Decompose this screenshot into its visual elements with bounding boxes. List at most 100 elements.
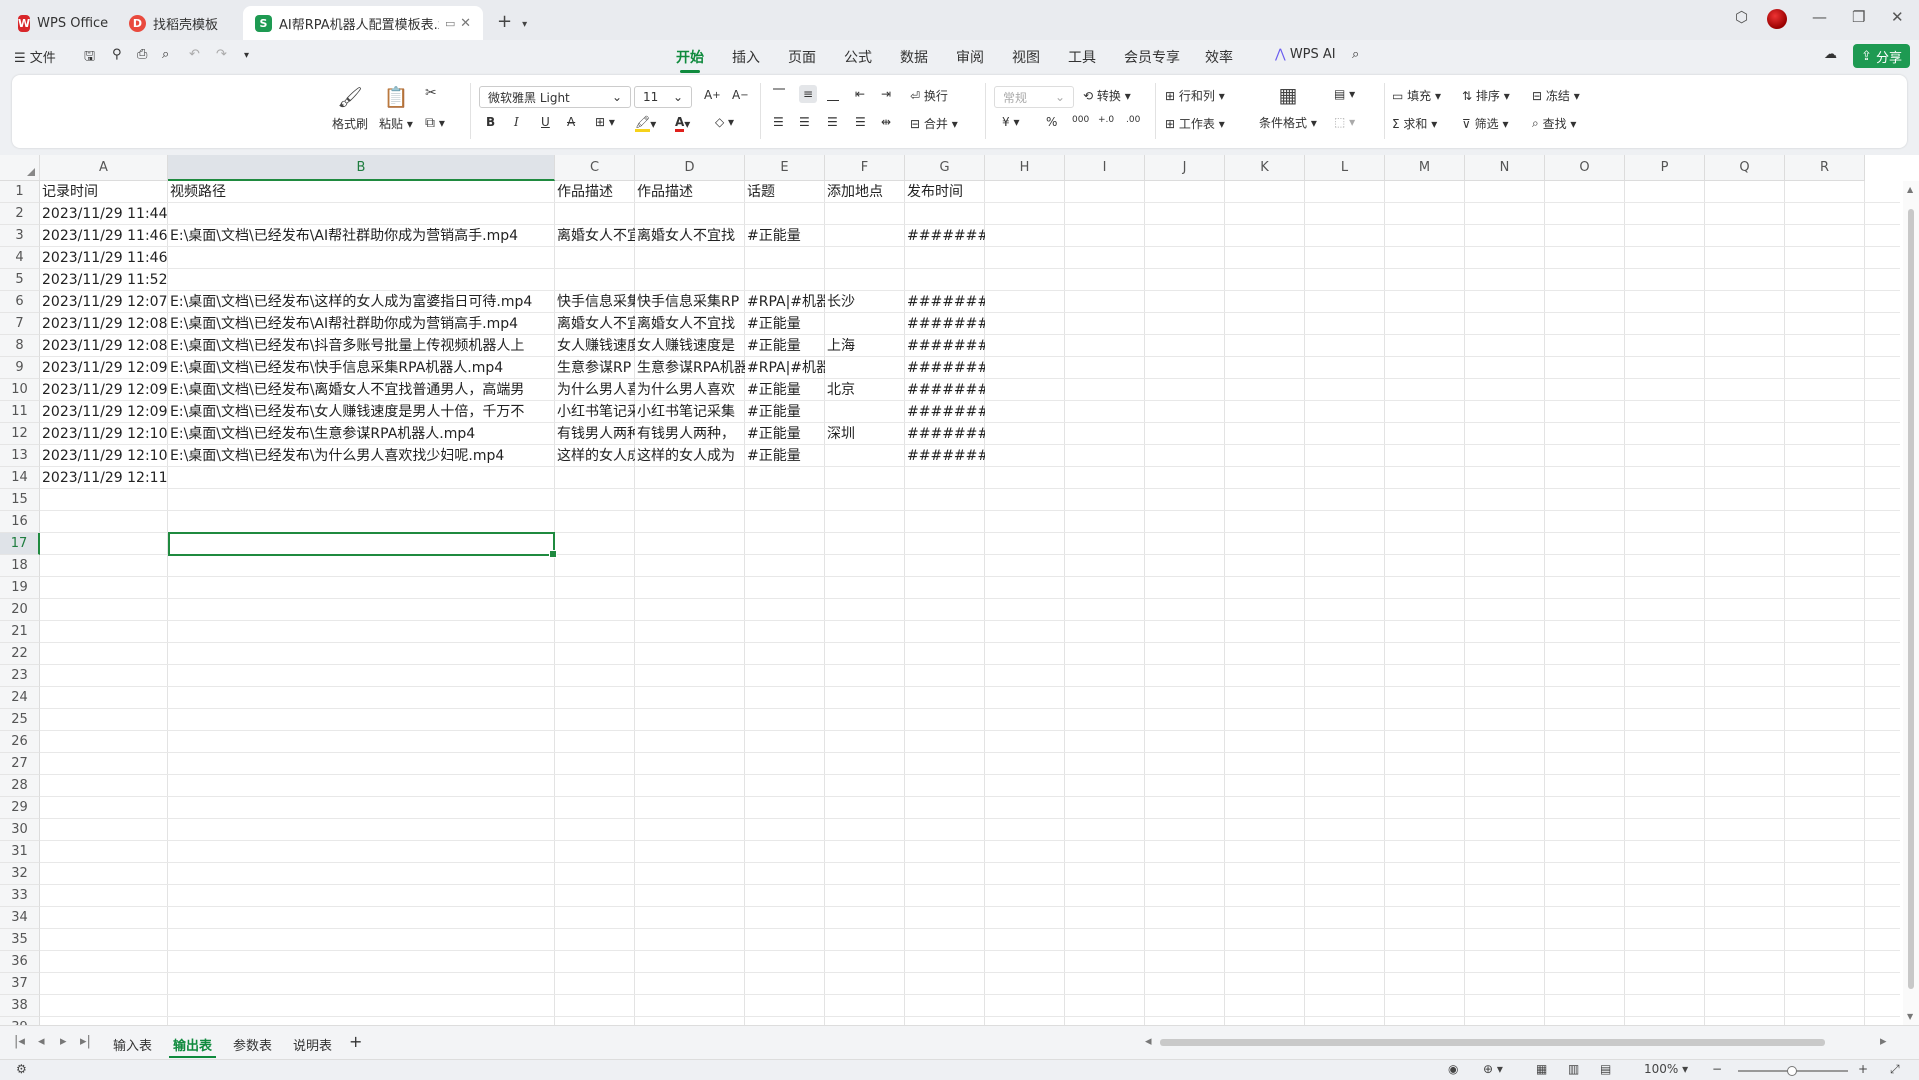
- eye-protection-icon[interactable]: ◉: [1448, 1062, 1458, 1076]
- wps-ai-button[interactable]: ⋀ WPS AI: [1275, 47, 1336, 62]
- tab-formula[interactable]: 公式: [844, 47, 872, 67]
- sheet-tab-notes[interactable]: 说明表: [289, 1033, 336, 1056]
- align-bottom-icon[interactable]: ⎽: [827, 87, 839, 102]
- row-header-8[interactable]: 8: [0, 335, 40, 357]
- minimize-icon[interactable]: —: [1812, 8, 1827, 26]
- focus-mode-icon[interactable]: ⊕ ▾: [1483, 1062, 1503, 1076]
- cell-c3[interactable]: 离婚女人不宜: [555, 225, 635, 247]
- cell-c8[interactable]: 女人赚钱速度: [555, 335, 635, 357]
- cell-b7[interactable]: E:\桌面\文档\已经发布\AI帮社群助你成为营销高手.mp4: [168, 313, 555, 335]
- worksheet-button[interactable]: ⊞ 工作表 ▾: [1165, 115, 1225, 132]
- vertical-scrollbar[interactable]: ▲ ▼: [1903, 181, 1919, 1025]
- column-header-a[interactable]: A: [40, 155, 168, 181]
- save-icon[interactable]: 🖫: [84, 47, 95, 69]
- row-header-25[interactable]: 25: [0, 709, 40, 731]
- print-icon[interactable]: ⎙: [137, 47, 147, 62]
- cell-a13[interactable]: 2023/11/29 12:10: [40, 445, 168, 467]
- cell-g13[interactable]: ########: [905, 445, 985, 467]
- tab-page[interactable]: 页面: [788, 47, 816, 67]
- row-header-34[interactable]: 34: [0, 907, 40, 929]
- filter-button[interactable]: ⊽ 筛选 ▾: [1462, 115, 1508, 132]
- tab-docer-templates[interactable]: D 找稻壳模板: [117, 6, 237, 40]
- cell-e7[interactable]: #正能量: [745, 313, 825, 335]
- copy-icon[interactable]: ⧉ ▾: [425, 115, 445, 131]
- scroll-down-icon[interactable]: ▼: [1907, 1012, 1913, 1021]
- tab-view[interactable]: 视图: [1012, 47, 1040, 67]
- column-header-m[interactable]: M: [1385, 155, 1465, 181]
- tab-insert[interactable]: 插入: [732, 47, 760, 67]
- cell-d9[interactable]: 生意参谋RPA机器: [635, 357, 745, 379]
- cell-b11[interactable]: E:\桌面\文档\已经发布\女人赚钱速度是男人十倍，千万不: [168, 401, 555, 423]
- tab-active-spreadsheet[interactable]: S AI帮RPA机器人配置模板表.xls ▭ ✕: [243, 6, 483, 40]
- cell-g9[interactable]: ########: [905, 357, 985, 379]
- cell-d8[interactable]: 女人赚钱速度是: [635, 335, 745, 357]
- cell-d12[interactable]: 有钱男人两种，: [635, 423, 745, 445]
- close-tab-icon[interactable]: ✕: [460, 16, 471, 31]
- cube-icon[interactable]: ⬡: [1735, 8, 1748, 26]
- quick-access-chevron-icon[interactable]: ▾: [244, 50, 249, 61]
- scroll-right-icon[interactable]: ▸: [1880, 1034, 1887, 1049]
- row-header-5[interactable]: 5: [0, 269, 40, 291]
- vertical-scroll-thumb[interactable]: [1908, 209, 1914, 989]
- row-header-33[interactable]: 33: [0, 885, 40, 907]
- page-layout-icon[interactable]: ▥: [1568, 1062, 1579, 1076]
- row-header-9[interactable]: 9: [0, 357, 40, 379]
- convert-button[interactable]: ⟲ 转换 ▾: [1083, 87, 1131, 104]
- row-header-21[interactable]: 21: [0, 621, 40, 643]
- thousands-separator-button[interactable]: 000: [1072, 115, 1089, 125]
- sort-button[interactable]: ⇅ 排序 ▾: [1462, 87, 1510, 104]
- undo-icon[interactable]: ↶: [189, 47, 200, 62]
- link-icon[interactable]: ⚲: [112, 47, 122, 62]
- align-top-icon[interactable]: ⎺: [773, 87, 785, 102]
- tab-tools[interactable]: 工具: [1068, 47, 1096, 67]
- zoom-out-icon[interactable]: −: [1712, 1062, 1722, 1076]
- tab-home[interactable]: 开始: [676, 47, 704, 67]
- cell-c11[interactable]: 小红书笔记采: [555, 401, 635, 423]
- file-menu[interactable]: ☰ 文件: [14, 47, 56, 66]
- row-header-17[interactable]: 17: [0, 533, 40, 555]
- row-header-23[interactable]: 23: [0, 665, 40, 687]
- cell-a8[interactable]: 2023/11/29 12:08: [40, 335, 168, 357]
- cell-g11[interactable]: ########: [905, 401, 985, 423]
- zoom-in-icon[interactable]: +: [1858, 1062, 1868, 1076]
- row-header-30[interactable]: 30: [0, 819, 40, 841]
- cell-a7[interactable]: 2023/11/29 12:08: [40, 313, 168, 335]
- row-header-16[interactable]: 16: [0, 511, 40, 533]
- column-header-e[interactable]: E: [745, 155, 825, 181]
- sum-button[interactable]: Σ 求和 ▾: [1392, 115, 1437, 132]
- cell-c12[interactable]: 有钱男人两种: [555, 423, 635, 445]
- row-header-39[interactable]: 39: [0, 1017, 40, 1025]
- row-header-28[interactable]: 28: [0, 775, 40, 797]
- tab-member[interactable]: 会员专享: [1124, 47, 1180, 67]
- column-header-d[interactable]: D: [635, 155, 745, 181]
- cell-e1[interactable]: 话题: [745, 181, 825, 203]
- cell-c7[interactable]: 离婚女人不宜: [555, 313, 635, 335]
- cell-d7[interactable]: 离婚女人不宜找: [635, 313, 745, 335]
- align-right-icon[interactable]: ☰: [827, 115, 838, 129]
- tab-wps-office[interactable]: W WPS Office: [6, 6, 111, 40]
- cell-f10[interactable]: 北京: [825, 379, 905, 401]
- increase-font-icon[interactable]: A +: [704, 88, 721, 102]
- currency-button[interactable]: ¥ ▾: [1002, 115, 1019, 129]
- row-header-1[interactable]: 1: [0, 181, 40, 203]
- paste-button[interactable]: 📋 粘贴 ▾: [379, 85, 413, 132]
- column-header-p[interactable]: P: [1625, 155, 1705, 181]
- cell-b10[interactable]: E:\桌面\文档\已经发布\离婚女人不宜找普通男人，高端男: [168, 379, 555, 401]
- row-header-7[interactable]: 7: [0, 313, 40, 335]
- column-header-l[interactable]: L: [1305, 155, 1385, 181]
- cell-g6[interactable]: ########: [905, 291, 985, 313]
- cell-a11[interactable]: 2023/11/29 12:09: [40, 401, 168, 423]
- cell-e12[interactable]: #正能量: [745, 423, 825, 445]
- close-window-icon[interactable]: ✕: [1891, 8, 1904, 26]
- align-middle-icon[interactable]: ≡: [799, 85, 818, 103]
- cell-a5[interactable]: 2023/11/29 11:52: [40, 269, 168, 291]
- cell-b12[interactable]: E:\桌面\文档\已经发布\生意参谋RPA机器人.mp4: [168, 423, 555, 445]
- cell-g7[interactable]: ########: [905, 313, 985, 335]
- row-header-20[interactable]: 20: [0, 599, 40, 621]
- tab-list-chevron-icon[interactable]: ▾: [522, 19, 527, 30]
- select-all-corner[interactable]: [0, 155, 40, 181]
- wrap-text-button[interactable]: ⏎ 换行: [910, 87, 948, 104]
- border-icon[interactable]: ⊞ ▾: [595, 115, 615, 129]
- cell-f12[interactable]: 深圳: [825, 423, 905, 445]
- row-header-31[interactable]: 31: [0, 841, 40, 863]
